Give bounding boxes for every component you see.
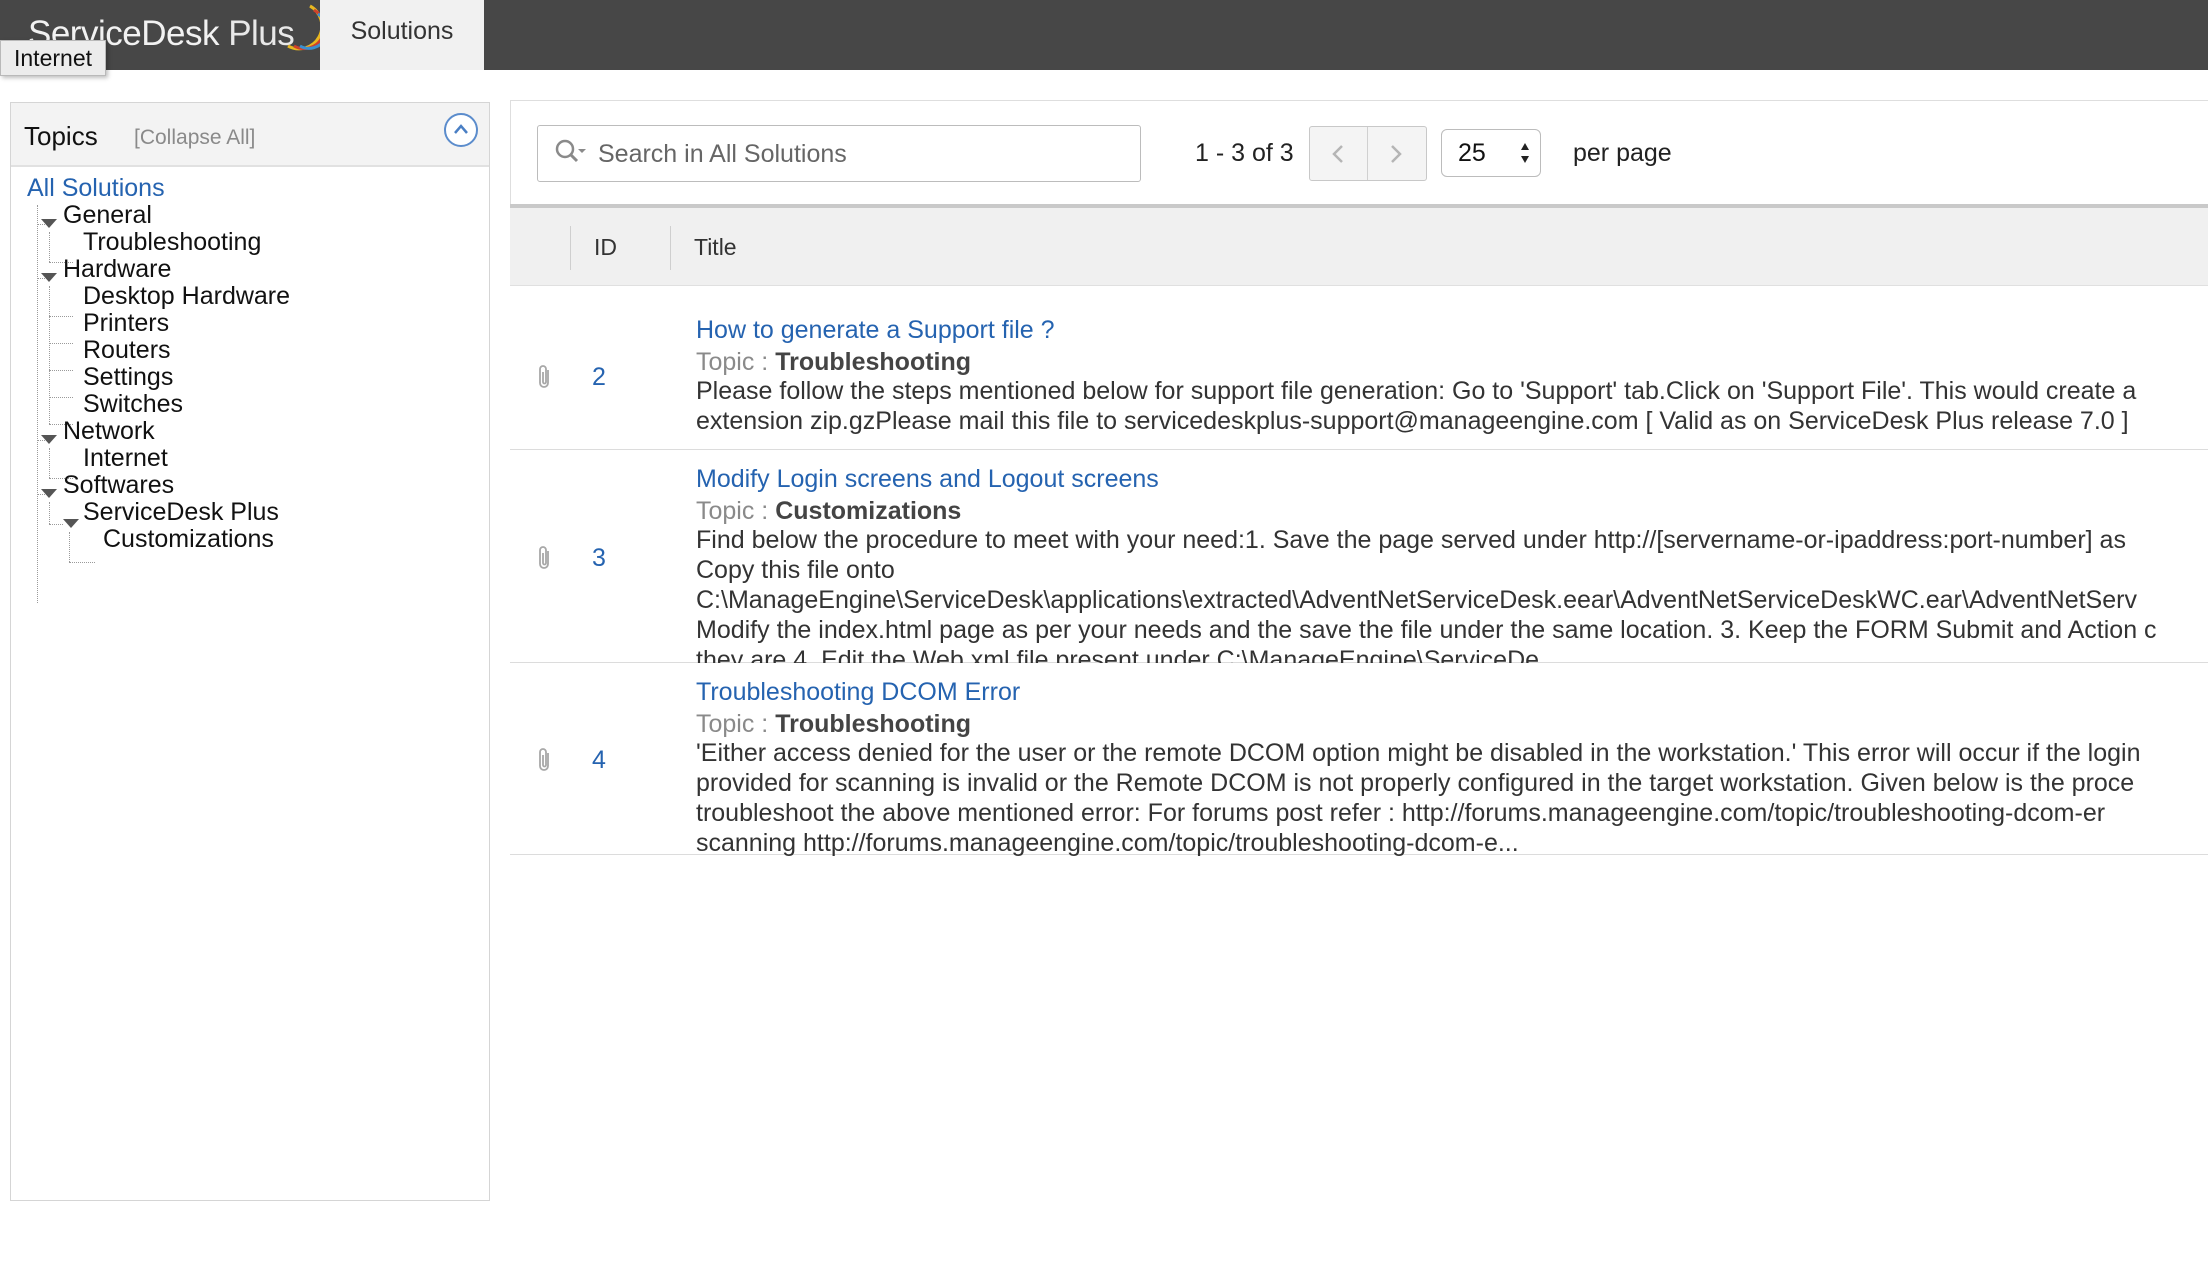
solution-title-link[interactable]: Modify Login screens and Logout screens <box>696 465 1159 494</box>
description-line: extension zip.gzPlease mail this file to… <box>696 407 2129 435</box>
table-row[interactable]: 4 Troubleshooting DCOM Error Topic : Tro… <box>510 663 2208 858</box>
table-row[interactable]: 3 Modify Login screens and Logout screen… <box>510 450 2208 674</box>
topics-header: Topics [Collapse All] <box>11 103 489 167</box>
chevron-right-icon <box>1391 145 1402 163</box>
tree-item-general[interactable]: General <box>63 200 152 230</box>
solutions-panel: 1 - 3 of 3 25 per page ID T <box>510 100 2208 1100</box>
tree-item-desktop-hardware[interactable]: Desktop Hardware <box>83 281 290 311</box>
search-icon <box>555 139 586 163</box>
table-header: ID Title <box>510 204 2208 286</box>
solution-id[interactable]: 3 <box>592 544 606 573</box>
tree-guide <box>49 343 73 344</box>
solution-description: Please follow the steps mentioned below … <box>696 376 2208 436</box>
tree-guide <box>49 524 63 525</box>
tree-guide <box>49 370 73 371</box>
tree-guide <box>49 502 50 524</box>
description-line: Please follow the steps mentioned below … <box>696 377 2137 405</box>
topic-value: Customizations <box>775 497 962 525</box>
solution-id[interactable]: 2 <box>592 363 606 392</box>
tree-guide <box>49 232 50 262</box>
prev-page-button[interactable] <box>1310 127 1368 180</box>
topics-panel: Topics [Collapse All] All Solutions Gene… <box>10 102 490 1201</box>
tree-item-settings[interactable]: Settings <box>83 362 173 392</box>
tree-item-customizations[interactable]: Customizations <box>103 524 274 554</box>
select-arrows-icon <box>1521 143 1529 163</box>
solutions-toolbar: 1 - 3 of 3 25 per page <box>510 100 2208 204</box>
tree-item-servicedesk-plus[interactable]: ServiceDesk Plus <box>83 497 279 527</box>
description-line: Modify the index.html page as per your n… <box>696 616 2157 644</box>
solution-description: Find below the procedure to meet with yo… <box>696 525 2208 675</box>
topic-label: Topic : <box>696 710 769 738</box>
tree-guide <box>49 316 73 317</box>
tree-guide <box>69 562 95 563</box>
solution-title-link[interactable]: How to generate a Support file ? <box>696 316 1055 345</box>
solution-id[interactable]: 4 <box>592 746 606 775</box>
tree-item-network[interactable]: Network <box>63 416 155 446</box>
expand-caret-icon[interactable] <box>41 435 57 444</box>
tree-guide <box>49 448 50 478</box>
tree-guide <box>37 205 38 603</box>
tree-item-hardware[interactable]: Hardware <box>63 254 171 284</box>
search-input[interactable] <box>598 134 1128 174</box>
tree-item-printers[interactable]: Printers <box>83 308 169 338</box>
attachment-icon[interactable] <box>536 545 554 571</box>
description-line: 'Either access denied for the user or th… <box>696 739 2141 767</box>
expand-caret-icon[interactable] <box>41 489 57 498</box>
attachment-icon[interactable] <box>536 364 554 390</box>
search-box[interactable] <box>537 125 1141 182</box>
solution-topic: Topic : Customizations <box>696 497 961 526</box>
top-bar: ServiceDesk Plus Solutions <box>0 0 2208 70</box>
tree-item-all-solutions[interactable]: All Solutions <box>27 173 165 203</box>
topic-value: Troubleshooting <box>775 710 972 738</box>
table-row[interactable]: 2 How to generate a Support file ? Topic… <box>510 286 2208 450</box>
solution-title-link[interactable]: Troubleshooting DCOM Error <box>696 678 1020 707</box>
tree-guide <box>49 286 50 424</box>
expand-caret-icon[interactable] <box>41 219 57 228</box>
tree-item-switches[interactable]: Switches <box>83 389 183 419</box>
tooltip: Internet <box>0 40 106 76</box>
description-line: Copy this file onto <box>696 556 895 584</box>
per-page-value: 25 <box>1458 139 1486 167</box>
collapse-all-link[interactable]: [Collapse All] <box>134 126 255 150</box>
solution-topic: Topic : Troubleshooting <box>696 348 971 377</box>
column-header-title[interactable]: Title <box>694 234 737 261</box>
description-line: troubleshoot the above mentioned error: … <box>696 799 2106 827</box>
description-line: provided for scanning is invalid or the … <box>696 769 2135 797</box>
description-line: C:\ManageEngine\ServiceDesk\applications… <box>696 586 2137 614</box>
description-line: scanning http://forums.manageengine.com/… <box>696 829 1519 857</box>
chevron-left-icon <box>1332 145 1343 163</box>
page-range: 1 - 3 of 3 <box>1195 139 1294 167</box>
tree-guide <box>49 397 73 398</box>
column-separator <box>570 226 571 270</box>
topic-label: Topic : <box>696 497 769 525</box>
tree-item-internet[interactable]: Internet <box>83 443 168 473</box>
chevron-up-icon <box>454 124 468 134</box>
expand-caret-icon[interactable] <box>63 519 79 528</box>
column-separator <box>670 226 671 270</box>
tree-item-softwares[interactable]: Softwares <box>63 470 174 500</box>
pagination-controls <box>1309 126 1427 181</box>
solution-topic: Topic : Troubleshooting <box>696 710 971 739</box>
per-page-select[interactable]: 25 <box>1441 129 1541 177</box>
collapse-panel-button[interactable] <box>444 113 478 147</box>
attachment-icon[interactable] <box>536 747 554 773</box>
topics-title: Topics <box>24 121 98 151</box>
tab-solutions[interactable]: Solutions <box>320 0 484 70</box>
tree-guide <box>69 532 70 562</box>
next-page-button[interactable] <box>1368 127 1426 180</box>
description-line: Find below the procedure to meet with yo… <box>696 526 2126 554</box>
solution-description: 'Either access denied for the user or th… <box>696 738 2208 858</box>
topic-label: Topic : <box>696 348 769 376</box>
tree-item-routers[interactable]: Routers <box>83 335 171 365</box>
expand-caret-icon[interactable] <box>41 273 57 282</box>
column-header-id[interactable]: ID <box>594 234 617 261</box>
tree-item-troubleshooting[interactable]: Troubleshooting <box>83 227 261 257</box>
topic-value: Troubleshooting <box>775 348 972 376</box>
per-page-label: per page <box>1573 139 1672 167</box>
